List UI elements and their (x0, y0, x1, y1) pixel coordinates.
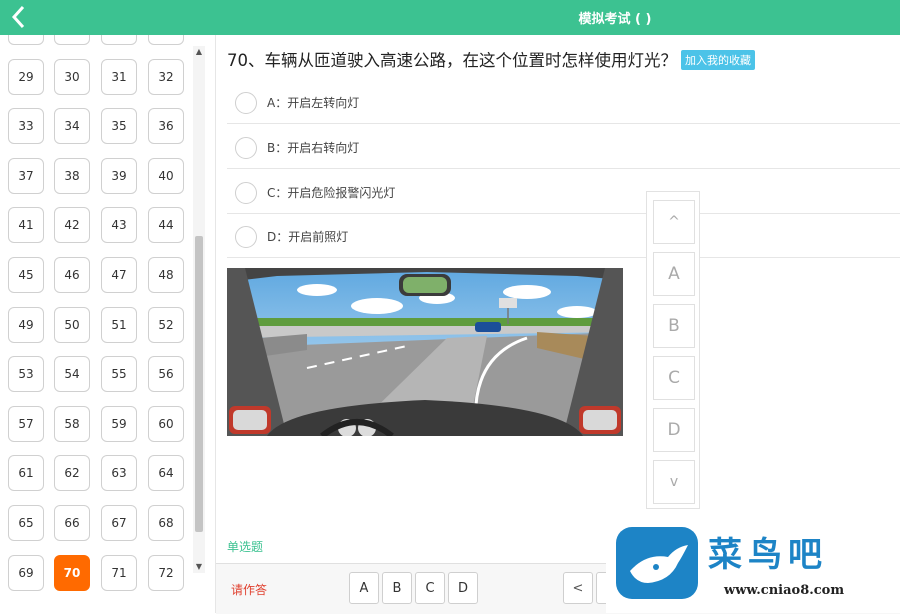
question-number-button[interactable]: 31 (101, 59, 137, 95)
question-number-button[interactable]: 29 (8, 59, 44, 95)
watermark-url: www.cniao8.com (724, 583, 845, 598)
bird-logo-icon (616, 527, 698, 599)
page-title: 模拟考试 ( ) (578, 12, 652, 27)
question-text: 70、车辆从匝道驶入高速公路，在这个位置时怎样使用灯光？ 加入我的收藏 (227, 47, 755, 71)
driving-scene-image (227, 268, 623, 436)
radio-icon[interactable] (235, 226, 257, 248)
question-number-button[interactable]: 34 (54, 108, 90, 144)
question-number-button[interactable]: 35 (101, 108, 137, 144)
question-number-button[interactable]: 39 (101, 158, 137, 194)
question-number-button[interactable]: 40 (148, 158, 184, 194)
answer-d-button[interactable]: D (448, 572, 478, 604)
question-number-button[interactable]: 30 (54, 59, 90, 95)
question-number-button[interactable]: 68 (148, 505, 184, 541)
question-number-button[interactable]: 71 (101, 555, 137, 591)
answer-b-button[interactable]: B (382, 572, 412, 604)
scroll-up-button[interactable]: ^ (653, 200, 695, 244)
question-number-button[interactable]: 33 (8, 108, 44, 144)
question-number-button[interactable]: 48 (148, 257, 184, 293)
radio-icon[interactable] (235, 92, 257, 114)
question-number-button[interactable] (54, 35, 90, 45)
question-number-button[interactable]: 61 (8, 455, 44, 491)
question-number-button[interactable]: 58 (54, 406, 90, 442)
question-number-button[interactable]: 66 (54, 505, 90, 541)
add-favorite-button[interactable]: 加入我的收藏 (681, 50, 755, 70)
question-number-button[interactable]: 32 (148, 59, 184, 95)
question-number-button[interactable]: 46 (54, 257, 90, 293)
question-number-button[interactable]: 45 (8, 257, 44, 293)
question-number-button[interactable]: 64 (148, 455, 184, 491)
question-number-button[interactable]: 70 (54, 555, 90, 591)
question-number-button[interactable]: 49 (8, 307, 44, 343)
side-answer-a[interactable]: A (653, 252, 695, 296)
question-number-button[interactable]: 62 (54, 455, 90, 491)
side-answer-c[interactable]: C (653, 356, 695, 400)
question-number-button[interactable]: 67 (101, 505, 137, 541)
divider (215, 35, 216, 613)
question-number-button[interactable]: 44 (148, 207, 184, 243)
question-number-button[interactable]: 53 (8, 356, 44, 392)
question-number-button[interactable]: 65 (8, 505, 44, 541)
option-label: A：开启左转向灯 (267, 96, 360, 110)
question-number-button[interactable] (101, 35, 137, 45)
option-label: B：开启右转向灯 (267, 141, 360, 155)
radio-icon[interactable] (235, 137, 257, 159)
option-b[interactable]: B：开启右转向灯 (227, 125, 900, 169)
scroll-down-button[interactable]: v (653, 460, 695, 504)
question-number-button[interactable]: 57 (8, 406, 44, 442)
question-number-button[interactable]: 54 (54, 356, 90, 392)
question-number-button[interactable]: 37 (8, 158, 44, 194)
answer-c-button[interactable]: C (415, 572, 445, 604)
question-number-button[interactable] (8, 35, 44, 45)
option-c[interactable]: C：开启危险报警闪光灯 (227, 170, 900, 214)
side-answer-b[interactable]: B (653, 304, 695, 348)
scroll-up-icon[interactable]: ▲ (193, 46, 205, 58)
question-number-button[interactable]: 50 (54, 307, 90, 343)
question-number-button[interactable]: 51 (101, 307, 137, 343)
radio-icon[interactable] (235, 182, 257, 204)
question-number-button[interactable]: 63 (101, 455, 137, 491)
question-number-button[interactable]: 42 (54, 207, 90, 243)
option-label: D：开启前照灯 (267, 230, 349, 244)
question-number-button[interactable]: 41 (8, 207, 44, 243)
question-number-grid: 29 30 31 32 33 34 35 36 37 38 39 40 41 42 43 44 45 46 47 48… (0, 35, 192, 613)
side-answer-d[interactable]: D (653, 408, 695, 452)
question-number-button[interactable]: 38 (54, 158, 90, 194)
scrollbar-thumb[interactable] (195, 236, 203, 532)
answer-a-button[interactable]: A (349, 572, 379, 604)
question-number-button[interactable]: 72 (148, 555, 184, 591)
scrollbar[interactable]: ▲ ▼ (193, 46, 205, 573)
question-number-button[interactable] (148, 35, 184, 45)
option-d[interactable]: D：开启前照灯 (227, 214, 900, 258)
answer-prompt: 请作答 (231, 583, 268, 597)
prev-question-button[interactable]: < (563, 572, 593, 604)
question-number-button[interactable]: 56 (148, 356, 184, 392)
scroll-down-icon[interactable]: ▼ (193, 561, 205, 573)
question-number-button[interactable]: 69 (8, 555, 44, 591)
option-a[interactable]: A：开启左转向灯 (227, 80, 900, 124)
question-number-button[interactable]: 55 (101, 356, 137, 392)
question-number-button[interactable]: 43 (101, 207, 137, 243)
header-bar: 模拟考试 ( ) (0, 0, 900, 35)
watermark: 菜鸟吧 www.cniao8.com (606, 517, 900, 613)
question-label: 70、车辆从匝道驶入高速公路，在这个位置时怎样使用灯光？ (227, 51, 677, 70)
question-number-button[interactable]: 60 (148, 406, 184, 442)
question-number-button[interactable]: 36 (148, 108, 184, 144)
question-number-button[interactable]: 47 (101, 257, 137, 293)
question-number-button[interactable]: 52 (148, 307, 184, 343)
question-type-label: 单选题 (227, 540, 264, 554)
question-number-button[interactable]: 59 (101, 406, 137, 442)
watermark-name: 菜鸟吧 (708, 535, 828, 575)
option-label: C：开启危险报警闪光灯 (267, 186, 396, 200)
side-answer-panel: ^ A B C D v (646, 191, 700, 509)
